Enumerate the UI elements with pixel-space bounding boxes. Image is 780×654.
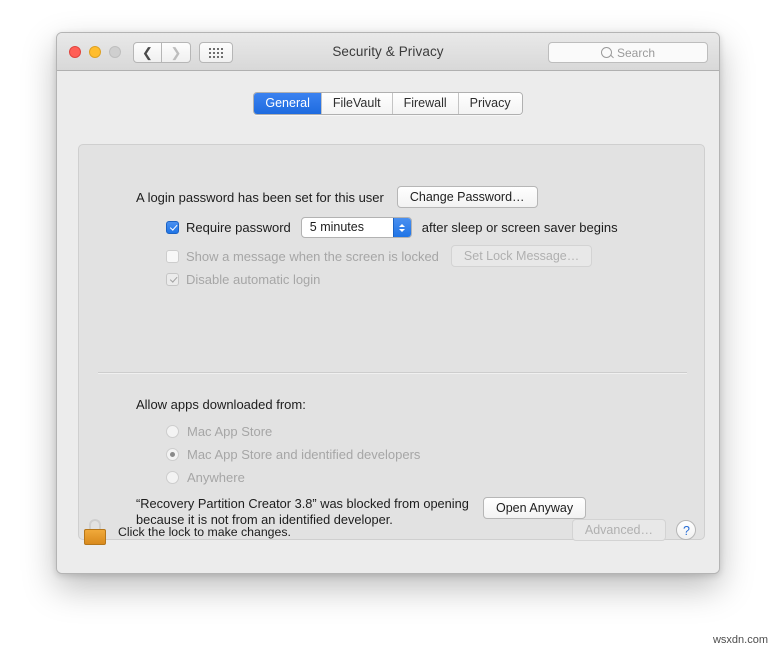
disable-automatic-login-checkbox	[166, 273, 179, 286]
section-divider	[98, 372, 687, 373]
search-icon	[600, 47, 612, 58]
radio-anywhere	[166, 471, 179, 484]
lock-hint-text: Click the lock to make changes.	[118, 525, 291, 539]
allow-apps-option-anywhere: Anywhere	[166, 470, 245, 485]
allow-apps-heading-row: Allow apps downloaded from:	[136, 397, 306, 412]
search-input[interactable]: Search	[548, 42, 708, 63]
help-button[interactable]: ?	[676, 520, 696, 540]
tab-bar: General FileVault Firewall Privacy	[57, 92, 719, 115]
require-password-row: Require password 5 minutes after sleep o…	[166, 217, 618, 238]
tab-general[interactable]: General	[254, 93, 321, 114]
tab-privacy[interactable]: Privacy	[457, 93, 522, 114]
system-preferences-window: ❮ ❯ Security & Privacy Search General Fi…	[56, 32, 720, 574]
lock-control[interactable]: Click the lock to make changes.	[84, 519, 291, 545]
login-password-label: A login password has been set for this u…	[136, 189, 384, 205]
show-lock-message-label: Show a message when the screen is locked	[186, 248, 439, 264]
show-lock-message-row: Show a message when the screen is locked…	[166, 245, 593, 267]
disable-automatic-login-row: Disable automatic login	[166, 272, 320, 287]
tab-firewall[interactable]: Firewall	[391, 93, 458, 114]
radio-mac-app-store	[166, 425, 179, 438]
require-password-checkbox[interactable]	[166, 221, 179, 234]
require-password-suffix-label: after sleep or screen saver begins	[421, 220, 618, 235]
allow-apps-option-mac-app-store: Mac App Store	[166, 424, 272, 439]
radio-mac-app-store-label: Mac App Store	[187, 424, 273, 439]
tab-filevault[interactable]: FileVault	[320, 93, 392, 114]
padlock-locked-icon[interactable]	[84, 519, 106, 545]
require-password-delay-value: 5 minutes	[309, 220, 364, 234]
disable-automatic-login-label: Disable automatic login	[186, 272, 321, 287]
radio-identified-developers-label: Mac App Store and identified developers	[187, 447, 421, 462]
window-body: General FileVault Firewall Privacy A log…	[57, 71, 719, 573]
show-lock-message-checkbox[interactable]	[166, 249, 179, 263]
chevron-updown-icon	[392, 218, 411, 237]
allow-apps-option-identified-developers: Mac App Store and identified developers	[166, 447, 420, 462]
general-settings-panel: A login password has been set for this u…	[78, 144, 705, 540]
open-anyway-button[interactable]: Open Anyway	[483, 497, 587, 519]
set-lock-message-button: Set Lock Message…	[450, 245, 593, 267]
allow-apps-heading: Allow apps downloaded from:	[136, 397, 306, 412]
change-password-button[interactable]: Change Password…	[396, 186, 538, 208]
require-password-delay-select[interactable]: 5 minutes	[300, 217, 412, 238]
radio-identified-developers	[166, 448, 179, 461]
require-password-label: Require password	[186, 220, 291, 235]
watermark: wsxdn.com	[712, 634, 768, 646]
window-titlebar: ❮ ❯ Security & Privacy Search	[57, 33, 719, 71]
search-placeholder: Search	[616, 45, 656, 60]
footer-buttons: Advanced… ?	[571, 519, 696, 541]
radio-anywhere-label: Anywhere	[187, 470, 245, 485]
advanced-button: Advanced…	[571, 519, 666, 541]
login-password-row: A login password has been set for this u…	[136, 186, 538, 208]
